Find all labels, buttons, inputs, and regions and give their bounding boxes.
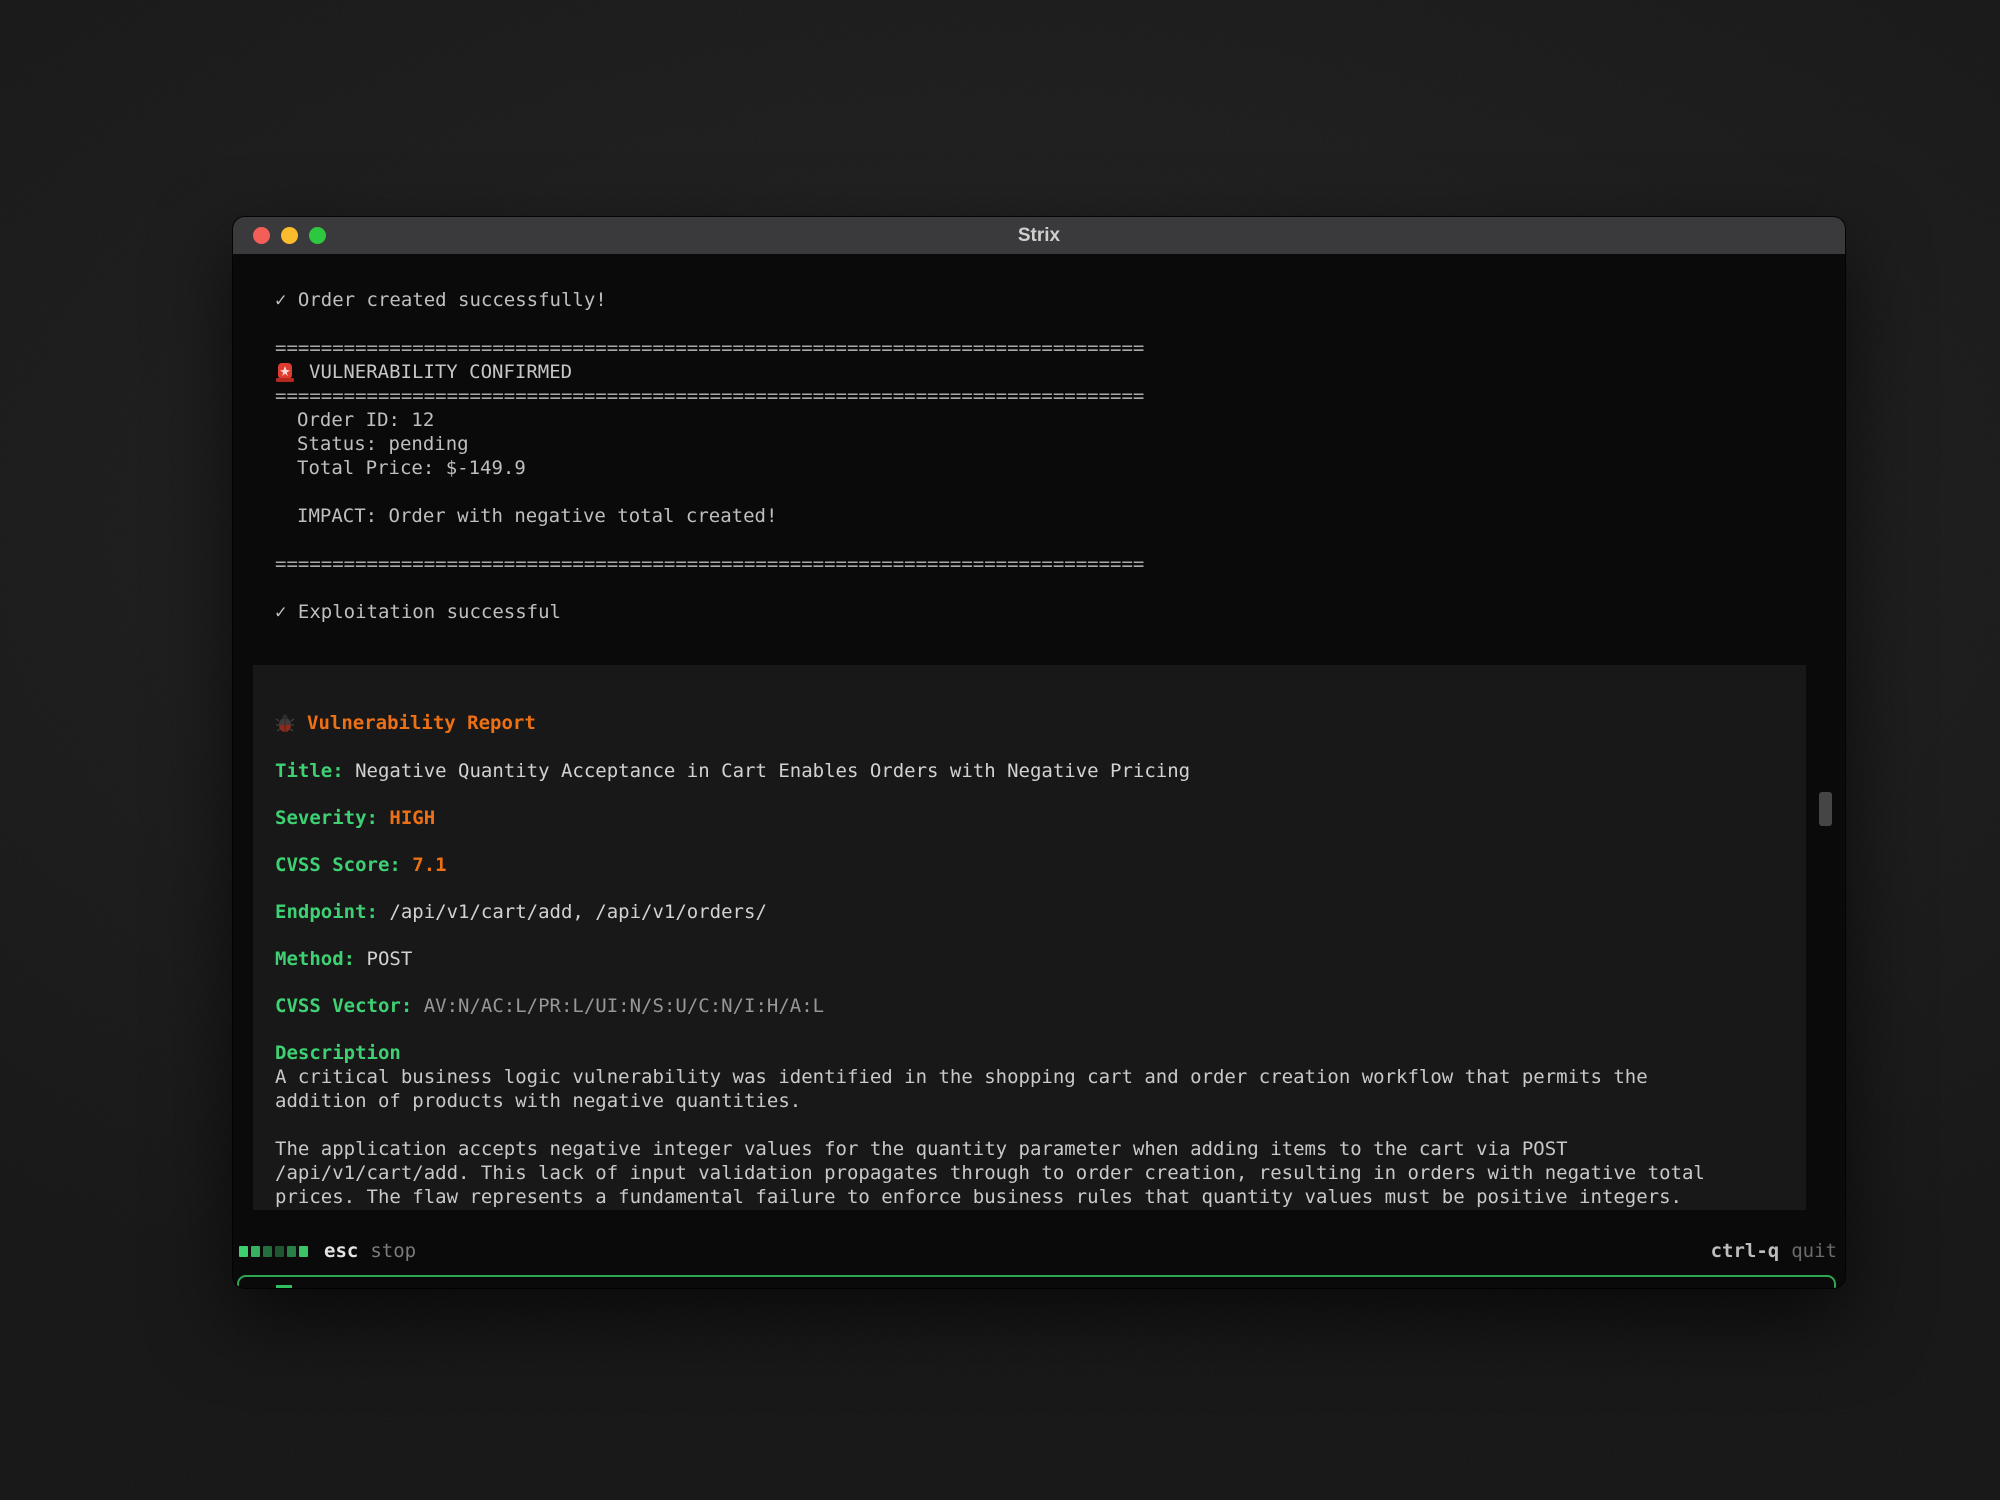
window-title: Strix	[1018, 225, 1060, 247]
cvss-vector-value: AV:N/AC:L/PR:L/UI:N/S:U/C:N/I:H/A:L	[412, 995, 824, 1017]
traffic-lights	[253, 217, 326, 254]
terminal-window: Strix ✓ Order created successfully! ====…	[233, 217, 1845, 1288]
report-severity-field: Severity: HIGH	[275, 806, 1784, 830]
report-endpoint-field: Endpoint: /api/v1/cart/add, /api/v1/orde…	[275, 900, 1784, 924]
report-method-field: Method: POST	[275, 947, 1784, 971]
endpoint-label: Endpoint:	[275, 901, 378, 923]
description-paragraph-1: A critical business logic vulnerability …	[275, 1065, 1784, 1113]
order-id-line: Order ID: 12	[275, 408, 1845, 432]
window-titlebar[interactable]: Strix	[233, 217, 1845, 254]
vulnerability-confirmed-heading: VULNERABILITY CONFIRMED	[309, 360, 572, 384]
description-paragraph-2: The application accepts negative integer…	[275, 1137, 1784, 1209]
order-success-line: ✓ Order created successfully!	[275, 288, 1845, 312]
activity-spinner	[239, 1246, 308, 1257]
report-cvss-vector-field: CVSS Vector: AV:N/AC:L/PR:L/UI:N/S:U/C:N…	[275, 994, 1784, 1018]
severity-value: HIGH	[378, 807, 435, 829]
quit-key-hint[interactable]: ctrl-q	[1711, 1240, 1780, 1262]
banner-separator-mid: ========================================…	[275, 384, 1845, 408]
cvss-vector-label: CVSS Vector:	[275, 995, 412, 1017]
report-cvss-score-field: CVSS Score: 7.1	[275, 853, 1784, 877]
report-header-row: Vulnerability Report	[275, 711, 1784, 735]
scrollbar-thumb[interactable]	[1819, 792, 1832, 826]
text-cursor	[276, 1285, 292, 1289]
quit-hint-group: ctrl-q quit	[1711, 1240, 1837, 1262]
exploitation-success-line: ✓ Exploitation successful	[275, 600, 1845, 624]
method-value: POST	[355, 948, 412, 970]
desktop-background: Strix ✓ Order created successfully! ====…	[0, 0, 2000, 1500]
close-button[interactable]	[253, 227, 270, 244]
vulnerability-confirmed-row: VULNERABILITY CONFIRMED	[275, 360, 1845, 384]
cvss-score-value: 7.1	[401, 854, 447, 876]
terminal-output: ✓ Order created successfully! ==========…	[233, 254, 1845, 624]
title-label: Title:	[275, 760, 344, 782]
vulnerability-report-panel: Vulnerability Report Title: Negative Qua…	[253, 665, 1806, 1210]
status-bar: esc stop ctrl-q quit	[239, 1238, 1837, 1264]
description-heading: Description	[275, 1041, 1784, 1065]
severity-label: Severity:	[275, 807, 378, 829]
siren-icon	[275, 361, 295, 383]
banner-separator-bottom: ========================================…	[275, 552, 1845, 576]
minimize-button[interactable]	[281, 227, 298, 244]
bug-icon	[275, 713, 295, 733]
cvss-score-label: CVSS Score:	[275, 854, 401, 876]
report-title-field: Title: Negative Quantity Acceptance in C…	[275, 759, 1784, 783]
endpoint-value: /api/v1/cart/add, /api/v1/orders/	[378, 901, 767, 923]
total-price-line: Total Price: $-149.9	[275, 456, 1845, 480]
quit-action-label: quit	[1791, 1240, 1837, 1262]
prompt-symbol: >	[257, 1287, 268, 1288]
terminal-content[interactable]: ✓ Order created successfully! ==========…	[233, 254, 1845, 1288]
title-value: Negative Quantity Acceptance in Cart Ena…	[344, 760, 1190, 782]
esc-key-hint[interactable]: esc	[324, 1240, 358, 1262]
banner-separator-top: ========================================…	[275, 336, 1845, 360]
zoom-button[interactable]	[309, 227, 326, 244]
method-label: Method:	[275, 948, 355, 970]
impact-line: IMPACT: Order with negative total create…	[275, 504, 1845, 528]
order-status-line: Status: pending	[275, 432, 1845, 456]
command-input[interactable]: >	[237, 1275, 1836, 1288]
report-header: Vulnerability Report	[307, 711, 536, 735]
esc-action-label: stop	[370, 1240, 416, 1262]
